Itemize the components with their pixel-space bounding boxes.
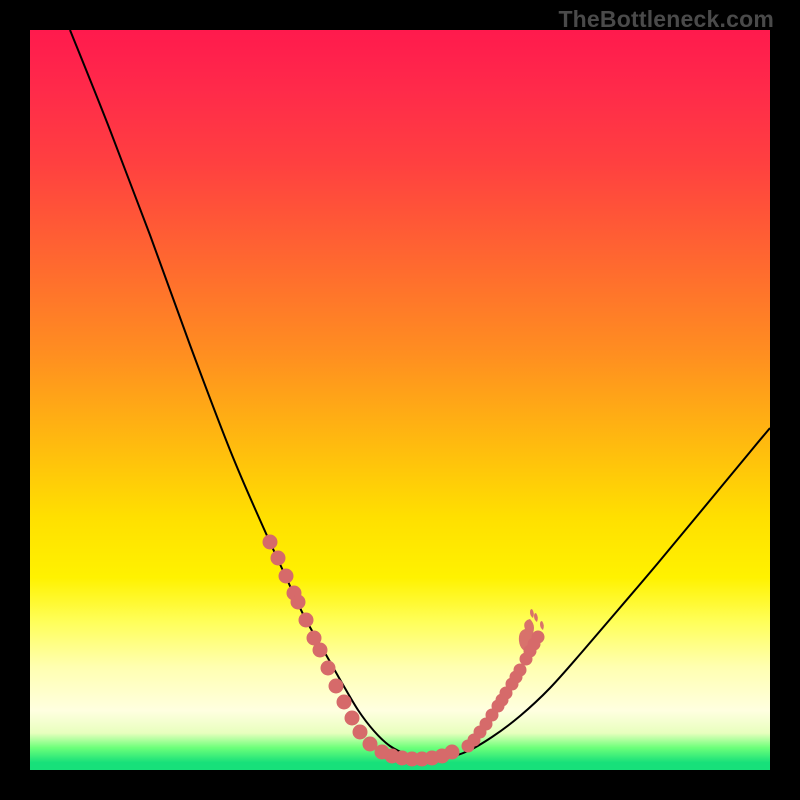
marker-cluster-left — [263, 535, 367, 739]
data-marker — [514, 664, 526, 676]
data-marker — [345, 711, 359, 725]
data-marker — [271, 551, 285, 565]
data-marker — [321, 661, 335, 675]
data-marker — [279, 569, 293, 583]
data-marker — [329, 679, 343, 693]
marker-cluster-bottom — [363, 737, 459, 766]
data-marker — [445, 745, 459, 759]
data-marker — [337, 695, 351, 709]
data-marker — [291, 595, 305, 609]
data-marker — [313, 643, 327, 657]
data-marker — [299, 613, 313, 627]
chart-frame: TheBottleneck.com — [0, 0, 800, 800]
chart-svg — [30, 30, 770, 770]
data-marker — [363, 737, 377, 751]
data-marker — [353, 725, 367, 739]
watermark-text: TheBottleneck.com — [558, 6, 774, 33]
bottleneck-curve — [70, 30, 770, 759]
chart-plot-area — [30, 30, 770, 770]
data-marker — [263, 535, 277, 549]
